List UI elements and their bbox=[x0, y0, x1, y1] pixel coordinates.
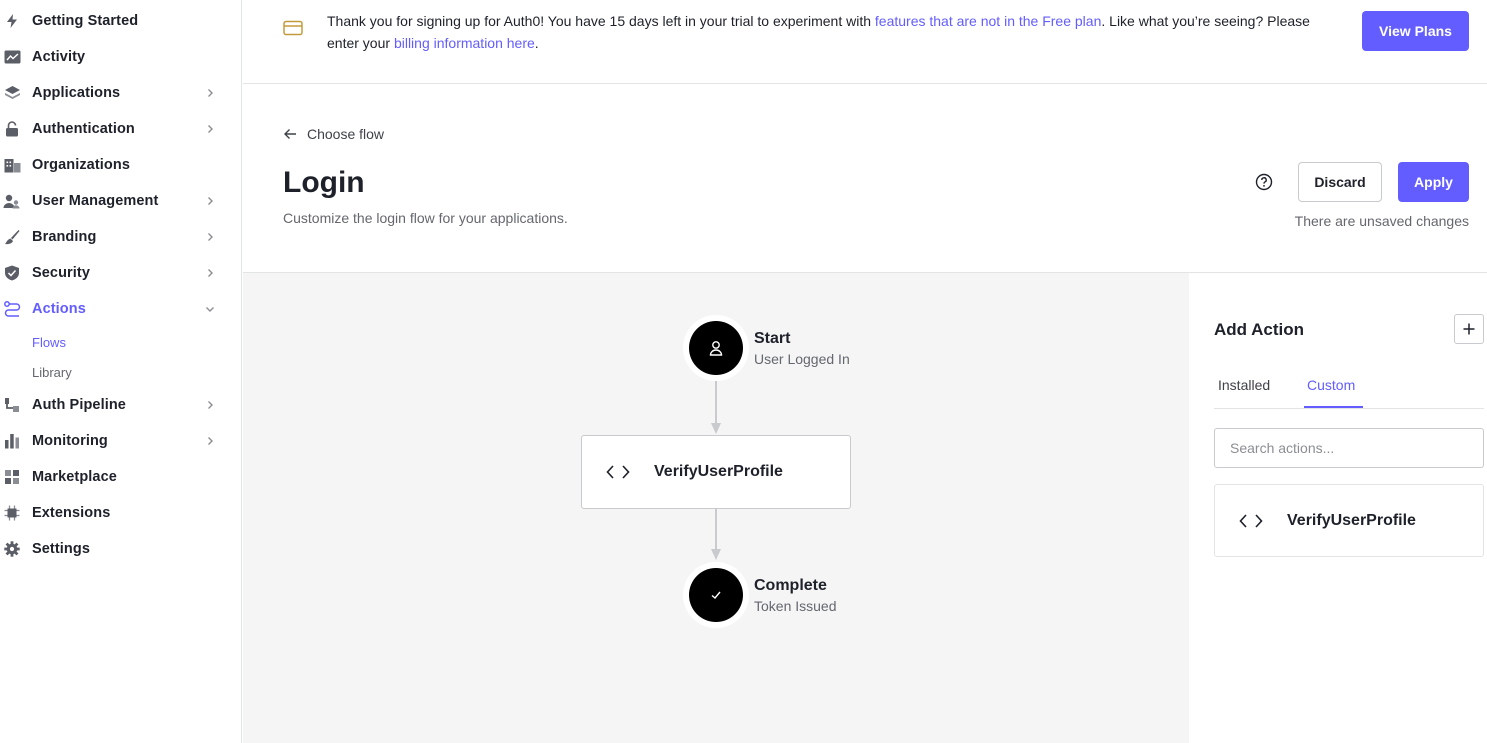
chevron-right-icon bbox=[208, 233, 213, 241]
tab-installed[interactable]: Installed bbox=[1218, 377, 1270, 393]
complete-node bbox=[689, 568, 743, 622]
panel-title: Add Action bbox=[1214, 320, 1305, 339]
flow-action-card[interactable]: VerifyUserProfile bbox=[581, 435, 851, 509]
actions-icon bbox=[3, 301, 21, 317]
start-node bbox=[689, 321, 743, 375]
banner-text: Thank you for signing up for Auth0! You … bbox=[327, 13, 875, 29]
user-icon bbox=[709, 341, 723, 356]
action-tabs: Installed Custom bbox=[1214, 369, 1484, 409]
plus-icon bbox=[1463, 323, 1475, 335]
chevron-right-icon bbox=[208, 437, 213, 445]
start-node-subtitle: User Logged In bbox=[754, 351, 850, 367]
sidebar-item-label: Organizations bbox=[32, 157, 130, 173]
brush-icon bbox=[3, 229, 21, 245]
unsaved-changes-text: There are unsaved changes bbox=[1294, 213, 1469, 229]
tab-custom[interactable]: Custom bbox=[1307, 377, 1355, 393]
users-icon bbox=[3, 193, 21, 209]
sidebar-item-label: Branding bbox=[32, 229, 97, 245]
flow-connector bbox=[711, 381, 721, 434]
sidebar-item-label: Auth Pipeline bbox=[32, 397, 126, 413]
banner-text: . bbox=[534, 35, 539, 51]
choose-flow-label: Choose flow bbox=[307, 126, 385, 142]
sidebar-item-marketplace[interactable]: Marketplace bbox=[0, 459, 242, 495]
sidebar-item-label: Authentication bbox=[32, 121, 135, 137]
shield-icon bbox=[3, 265, 21, 281]
flow-connector bbox=[711, 509, 721, 560]
sidebar-item-label: User Management bbox=[32, 193, 159, 209]
bar-chart-icon bbox=[3, 433, 21, 449]
flow-canvas[interactable]: Start User Logged In VerifyUserProfile C… bbox=[243, 272, 1189, 743]
lock-icon bbox=[3, 121, 21, 137]
sidebar-item-extensions[interactable]: Extensions bbox=[0, 495, 242, 531]
sidebar-item-getting-started[interactable]: Getting Started bbox=[0, 3, 242, 39]
chevron-right-icon bbox=[208, 89, 213, 97]
sidebar-item-security[interactable]: Security bbox=[0, 255, 242, 291]
layers-icon bbox=[3, 85, 21, 101]
banner-message: Thank you for signing up for Auth0! You … bbox=[327, 10, 1317, 54]
page-subtitle: Customize the login flow for your applic… bbox=[283, 210, 568, 226]
gear-icon bbox=[3, 541, 21, 557]
complete-node-subtitle: Token Issued bbox=[754, 598, 837, 614]
sidebar-item-auth-pipeline[interactable]: Auth Pipeline bbox=[0, 387, 242, 423]
sidebar-item-organizations[interactable]: Organizations bbox=[0, 147, 242, 183]
action-name: VerifyUserProfile bbox=[1287, 512, 1416, 529]
sidebar-item-actions[interactable]: Actions bbox=[0, 291, 242, 327]
chart-line-icon bbox=[3, 49, 21, 65]
sidebar-subitem-flows[interactable]: Flows bbox=[32, 335, 66, 350]
chip-icon bbox=[3, 505, 21, 521]
chevron-right-icon bbox=[208, 401, 213, 409]
active-tab-indicator bbox=[1304, 406, 1363, 408]
sidebar-item-activity[interactable]: Activity bbox=[0, 39, 242, 75]
billing-link[interactable]: billing information here bbox=[394, 35, 535, 51]
start-node-title: Start bbox=[754, 330, 791, 347]
chevron-right-icon bbox=[208, 197, 213, 205]
credit-card-icon bbox=[283, 20, 303, 36]
sidebar-item-applications[interactable]: Applications bbox=[0, 75, 242, 111]
flow-action-name: VerifyUserProfile bbox=[654, 463, 783, 480]
sidebar-item-label: Security bbox=[32, 265, 91, 281]
add-action-button[interactable] bbox=[1454, 314, 1484, 344]
discard-button[interactable]: Discard bbox=[1298, 162, 1382, 202]
building-icon bbox=[3, 157, 21, 173]
sidebar-item-authentication[interactable]: Authentication bbox=[0, 111, 242, 147]
sidebar-item-label: Actions bbox=[32, 301, 86, 317]
apply-button[interactable]: Apply bbox=[1398, 162, 1469, 202]
page-title: Login bbox=[283, 166, 365, 199]
sidebar-item-label: Monitoring bbox=[32, 433, 108, 449]
sidebar-item-settings[interactable]: Settings bbox=[0, 531, 242, 567]
sidebar-item-label: Activity bbox=[32, 49, 86, 65]
bolt-icon bbox=[3, 13, 21, 29]
sidebar: Getting Started Activity Applications Au… bbox=[0, 0, 242, 743]
choose-flow-link[interactable]: Choose flow bbox=[283, 126, 384, 142]
code-icon bbox=[606, 465, 630, 479]
action-list-item[interactable]: VerifyUserProfile bbox=[1214, 484, 1484, 557]
chevron-down-icon bbox=[206, 307, 214, 312]
add-action-panel: Add Action Installed Custom VerifyUserPr… bbox=[1189, 272, 1487, 743]
view-plans-button[interactable]: View Plans bbox=[1362, 11, 1469, 51]
grid-icon bbox=[3, 469, 21, 485]
sidebar-item-label: Applications bbox=[32, 85, 121, 101]
search-actions-input[interactable] bbox=[1214, 428, 1484, 468]
trial-banner: Thank you for signing up for Auth0! You … bbox=[243, 0, 1487, 84]
features-link[interactable]: features that are not in the Free plan bbox=[875, 13, 1101, 29]
sidebar-item-branding[interactable]: Branding bbox=[0, 219, 242, 255]
code-icon bbox=[1239, 514, 1263, 528]
sidebar-item-label: Marketplace bbox=[32, 469, 117, 485]
chevron-right-icon bbox=[208, 269, 213, 277]
pipeline-icon bbox=[3, 397, 21, 413]
sidebar-item-user-management[interactable]: User Management bbox=[0, 183, 242, 219]
complete-node-title: Complete bbox=[754, 577, 827, 594]
sidebar-subitem-library[interactable]: Library bbox=[32, 365, 72, 380]
sidebar-item-label: Getting Started bbox=[32, 13, 139, 29]
sidebar-item-label: Settings bbox=[32, 541, 90, 557]
chevron-right-icon bbox=[208, 125, 213, 133]
sidebar-item-label: Extensions bbox=[32, 505, 111, 521]
check-icon bbox=[711, 591, 721, 599]
arrow-left-icon bbox=[284, 129, 296, 139]
sidebar-item-monitoring[interactable]: Monitoring bbox=[0, 423, 242, 459]
help-icon[interactable] bbox=[1255, 173, 1273, 191]
